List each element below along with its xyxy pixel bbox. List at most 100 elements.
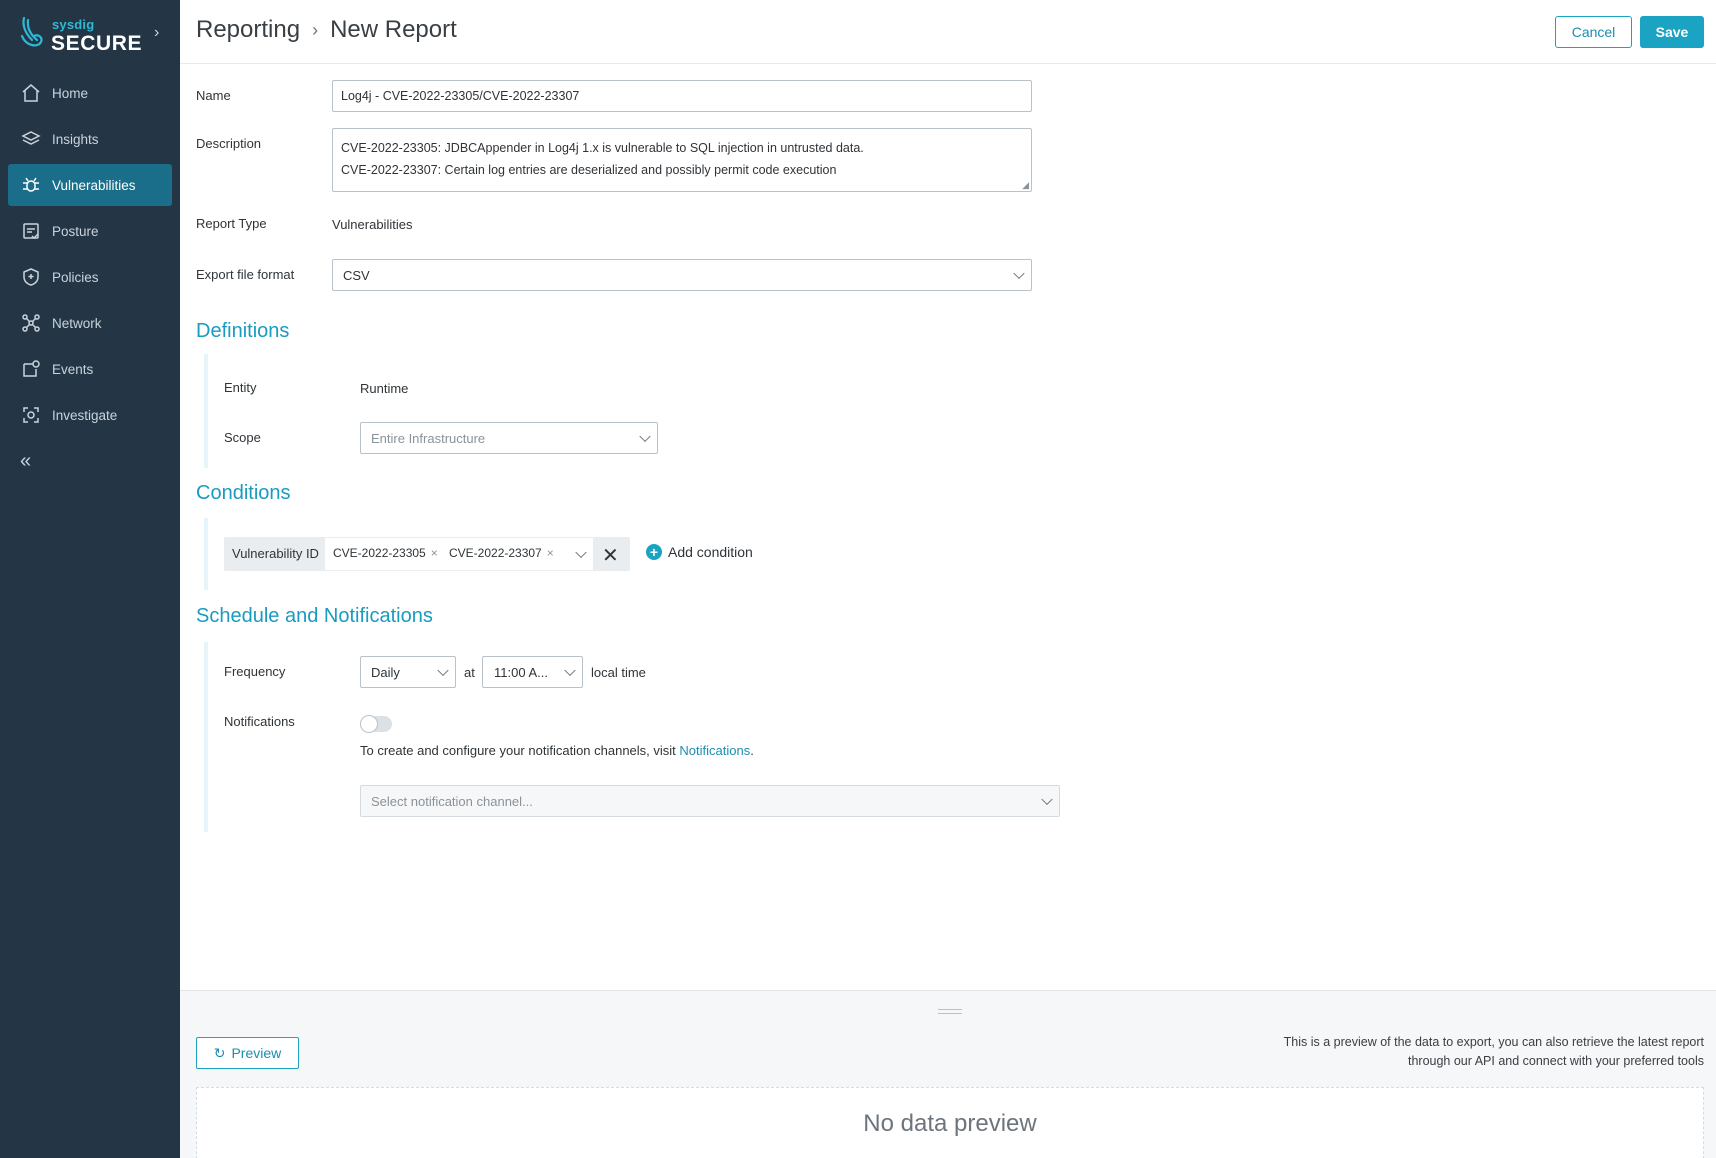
sidebar-item-network[interactable]: Network — [8, 302, 172, 344]
sidebar-item-label: Investigate — [52, 407, 118, 423]
sidebar-item-insights[interactable]: Insights — [8, 118, 172, 160]
preview-panel: ↻ Preview This is a preview of the data … — [180, 990, 1716, 1158]
description-value: CVE-2022-23305: JDBCAppender in Log4j 1.… — [341, 141, 864, 177]
definitions-title: Definitions — [196, 320, 290, 342]
local-time-label: local time — [591, 665, 646, 680]
at-label: at — [464, 665, 475, 680]
chevron-down-icon[interactable] — [575, 546, 587, 559]
drag-handle-icon[interactable] — [938, 1009, 962, 1014]
notifications-link[interactable]: Notifications — [679, 743, 750, 758]
chevron-right-icon: › — [312, 19, 319, 40]
name-value: Log4j - CVE-2022-23305/CVE-2022-23307 — [341, 89, 580, 103]
export-format-select[interactable]: CSV — [332, 259, 1032, 291]
add-condition-button[interactable]: + Add condition — [646, 544, 753, 560]
sidebar-item-label: Vulnerabilities — [52, 177, 136, 193]
scope-select[interactable]: Entire Infrastructure — [360, 422, 658, 454]
notifications-help-suffix: . — [750, 743, 754, 758]
brand-large: SECURE — [51, 32, 143, 55]
no-data-preview: No data preview — [196, 1087, 1704, 1158]
export-format-value: CSV — [343, 268, 370, 283]
bug-icon — [20, 174, 42, 196]
preview-note-line: through our API and connect with your pr… — [1407, 1054, 1704, 1068]
remove-condition-icon[interactable]: ✕ — [602, 543, 619, 568]
sidebar-item-home[interactable]: Home — [8, 72, 172, 114]
layers-icon — [20, 128, 42, 150]
sidebar-item-posture[interactable]: Posture — [8, 210, 172, 252]
time-select[interactable]: 11:00 A... — [482, 656, 583, 688]
chevron-down-icon — [1041, 793, 1053, 806]
toggle-knob — [360, 715, 378, 733]
breadcrumb: Reporting › New Report — [196, 16, 457, 44]
checklist-icon — [20, 220, 42, 242]
frequency-select[interactable]: Daily — [360, 656, 456, 688]
report-type-label: Report Type — [196, 216, 267, 231]
condition-value-select[interactable]: CVE-2022-23305 × CVE-2022-23307 × — [325, 538, 593, 570]
sidebar-nav: Home Insights Vulnerabilities Posture Po… — [8, 72, 172, 440]
condition-tag: CVE-2022-23305 × — [333, 546, 438, 560]
brand-small: sysdig — [52, 17, 95, 32]
sidebar-item-label: Network — [52, 315, 102, 331]
conditions-title: Conditions — [196, 482, 291, 504]
notifications-toggle[interactable] — [360, 715, 392, 733]
add-condition-label: Add condition — [668, 544, 753, 560]
sidebar-item-vulnerabilities[interactable]: Vulnerabilities — [8, 164, 172, 206]
sidebar-item-policies[interactable]: Policies — [8, 256, 172, 298]
schedule-bar — [204, 642, 208, 832]
remove-tag-icon[interactable]: × — [431, 546, 438, 560]
events-icon — [20, 358, 42, 380]
refresh-icon: ↻ — [213, 1044, 226, 1061]
name-label: Name — [196, 88, 231, 103]
double-chevron-left-icon[interactable]: « — [20, 450, 31, 473]
tag-label: CVE-2022-23307 — [449, 546, 542, 560]
cancel-button[interactable]: Cancel — [1555, 16, 1632, 48]
preview-note-line: This is a preview of the data to export,… — [1283, 1035, 1704, 1049]
chevron-down-icon — [639, 430, 651, 443]
description-label: Description — [196, 136, 262, 151]
name-field[interactable]: Log4j - CVE-2022-23305/CVE-2022-23307 — [332, 80, 1032, 112]
channel-placeholder: Select notification channel... — [371, 794, 533, 809]
notifications-help: To create and configure your notificatio… — [360, 743, 754, 758]
export-format-label: Export file format — [196, 267, 295, 282]
sysdig-logo-icon — [20, 16, 43, 47]
chevron-down-icon — [437, 664, 449, 677]
frequency-label: Frequency — [224, 664, 286, 679]
brand-logo[interactable]: sysdig SECURE › — [18, 14, 178, 58]
sidebar-item-label: Events — [52, 361, 94, 377]
page-title: New Report — [330, 16, 457, 43]
condition-field-label: Vulnerability ID — [232, 546, 319, 561]
condition-tag: CVE-2022-23307 × — [449, 546, 554, 560]
chevron-down-icon — [1013, 267, 1025, 280]
sidebar-item-label: Home — [52, 85, 89, 101]
tag-label: CVE-2022-23305 — [333, 546, 426, 560]
save-button[interactable]: Save — [1640, 16, 1704, 48]
scope-placeholder: Entire Infrastructure — [371, 431, 486, 446]
network-icon — [20, 312, 42, 334]
sidebar-item-label: Insights — [52, 131, 99, 147]
preview-button[interactable]: ↻ Preview — [196, 1037, 299, 1069]
sidebar-item-investigate[interactable]: Investigate — [8, 394, 172, 436]
notification-channel-select[interactable]: Select notification channel... — [360, 785, 1060, 817]
page-header: Reporting › New Report Cancel Save — [180, 0, 1716, 64]
preview-button-label: Preview — [231, 1045, 282, 1061]
resize-handle-icon[interactable]: ◢ — [1022, 180, 1029, 191]
remove-tag-icon[interactable]: × — [547, 546, 554, 560]
shield-icon — [20, 266, 42, 288]
breadcrumb-parent[interactable]: Reporting — [196, 16, 300, 44]
preview-note: This is a preview of the data to export,… — [1224, 1033, 1704, 1071]
condition-row: Vulnerability ID CVE-2022-23305 × CVE-202… — [224, 537, 630, 571]
entity-value: Runtime — [360, 381, 409, 396]
report-type-value: Vulnerabilities — [332, 217, 413, 232]
sidebar-item-label: Posture — [52, 223, 99, 239]
chevron-right-icon[interactable]: › — [154, 24, 159, 42]
notifications-help-text: To create and configure your notificatio… — [360, 743, 680, 758]
plus-circle-icon: + — [646, 544, 662, 560]
description-field[interactable]: CVE-2022-23305: JDBCAppender in Log4j 1.… — [332, 128, 1032, 192]
conditions-bar — [204, 518, 208, 590]
time-value: 11:00 A... — [494, 665, 548, 680]
entity-label: Entity — [224, 380, 257, 395]
definitions-bar — [204, 354, 208, 468]
sidebar-item-events[interactable]: Events — [8, 348, 172, 390]
sidebar: sysdig SECURE › Home Insights Vulnerabil… — [0, 0, 180, 1158]
schedule-title: Schedule and Notifications — [196, 605, 433, 627]
scope-label: Scope — [224, 430, 261, 445]
